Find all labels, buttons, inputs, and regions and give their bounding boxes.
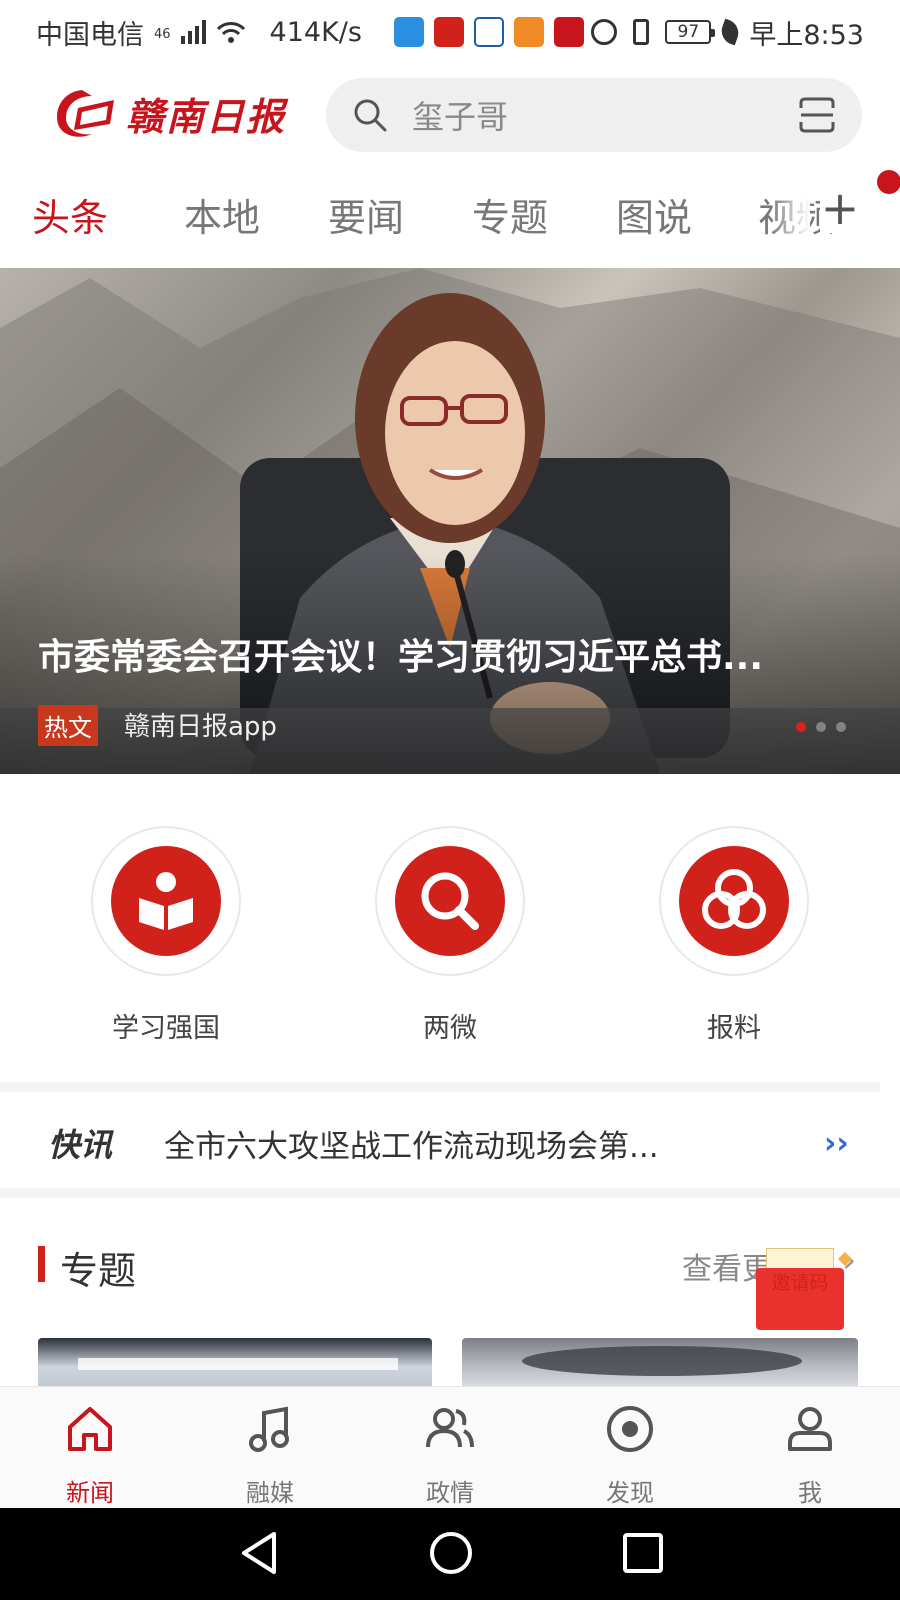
clock: 早上8:53 xyxy=(749,19,864,51)
system-navigation-bar xyxy=(0,1508,900,1600)
headline-banner[interactable]: 市委常委会召开会议！学习贯彻习近平总书... 热文 赣南日报app xyxy=(0,268,900,774)
network-speed: 414K/s xyxy=(269,16,362,48)
quick-action-weibo-wechat[interactable]: 两微 xyxy=(350,826,550,1045)
banner-title[interactable]: 市委常委会召开会议！学习贯彻习近平总书... xyxy=(38,628,838,680)
quick-action-ring xyxy=(375,826,525,976)
nav-label: 新闻 xyxy=(66,1479,114,1507)
back-icon[interactable] xyxy=(236,1530,282,1576)
three-circles-icon xyxy=(679,846,789,956)
vibrate-icon xyxy=(633,19,650,45)
topic-card-image[interactable] xyxy=(38,1338,432,1386)
tab-special-topics[interactable]: 专题 xyxy=(472,187,548,242)
music-note-icon xyxy=(249,1406,289,1452)
nav-me[interactable]: 我 xyxy=(750,1403,870,1508)
tab-major-news[interactable]: 要闻 xyxy=(328,187,404,242)
search-bar[interactable]: 玺子哥 xyxy=(326,78,862,152)
hot-article-badge: 热文 xyxy=(38,705,98,746)
search-placeholder: 玺子哥 xyxy=(412,98,509,136)
person-icon xyxy=(788,1407,832,1451)
quick-actions: 学习强国 两微 报料 xyxy=(0,826,900,1046)
battery-icon: 97 xyxy=(665,20,716,44)
logo-text: 赣南日报 xyxy=(126,93,287,139)
flash-news-bar[interactable]: 快讯 全市六大攻坚战工作流动现场会第... ›› xyxy=(0,1098,900,1188)
signal-icon xyxy=(180,20,206,44)
notification-icons xyxy=(393,17,584,47)
banner-source: 赣南日报app xyxy=(124,712,277,742)
app-notification-icon xyxy=(393,17,424,47)
quick-action-label: 报料 xyxy=(707,1013,761,1044)
leaf-icon xyxy=(718,18,743,46)
app-notification-icon xyxy=(433,17,464,47)
nav-label: 政情 xyxy=(426,1479,474,1507)
quick-action-ring xyxy=(659,826,809,976)
tab-fade xyxy=(770,175,810,255)
nav-label: 发现 xyxy=(606,1479,654,1507)
quick-action-ring xyxy=(91,826,241,976)
nav-discover[interactable]: 发现 xyxy=(570,1403,690,1508)
app-header: 赣南日报 玺子哥 xyxy=(0,64,900,164)
home-icon xyxy=(68,1407,112,1451)
alarm-icon xyxy=(591,19,618,45)
quick-action-label: 两微 xyxy=(423,1013,477,1044)
quick-action-tip-off[interactable]: 报料 xyxy=(634,826,834,1045)
target-icon xyxy=(607,1406,653,1452)
section-divider xyxy=(0,1188,900,1198)
invite-code-label: 邀请码 xyxy=(771,1272,829,1294)
wifi-icon xyxy=(216,22,245,43)
app-notification-icon xyxy=(553,17,584,47)
quick-action-study[interactable]: 学习强国 xyxy=(66,826,266,1045)
carousel-dot xyxy=(836,722,846,732)
section-marker xyxy=(38,1246,45,1282)
nav-media[interactable]: 融媒 xyxy=(210,1403,330,1508)
section-divider xyxy=(0,1082,880,1092)
app-notification-icon xyxy=(473,17,504,47)
search-icon xyxy=(395,846,505,956)
tab-local[interactable]: 本地 xyxy=(184,187,260,242)
app-notification-icon xyxy=(513,17,544,47)
scan-icon[interactable] xyxy=(798,96,836,134)
double-chevron-right-icon[interactable]: ›› xyxy=(824,1126,849,1161)
status-bar: 中国电信 46 414K/s 97 早上8:53 xyxy=(0,0,900,64)
nav-news[interactable]: 新闻 xyxy=(30,1403,150,1508)
carousel-indicator xyxy=(796,722,846,732)
flash-news-label: 快讯 xyxy=(48,1126,113,1164)
battery-level: 97 xyxy=(677,22,700,42)
book-person-icon xyxy=(111,846,221,956)
carousel-dot xyxy=(816,722,826,732)
nav-politics[interactable]: 政情 xyxy=(390,1403,510,1508)
topics-title: 专题 xyxy=(60,1249,137,1293)
quick-action-label: 学习强国 xyxy=(112,1013,220,1044)
bottom-navigation: 新闻 融媒 政情 发现 我 xyxy=(0,1386,900,1508)
people-icon xyxy=(426,1408,474,1448)
topic-card-image[interactable] xyxy=(462,1338,858,1386)
flash-news-text[interactable]: 全市六大攻坚战工作流动现场会第... xyxy=(164,1121,724,1166)
logo-mark-icon xyxy=(57,90,114,137)
recent-apps-icon[interactable] xyxy=(620,1530,666,1576)
home-button-icon[interactable] xyxy=(428,1530,474,1576)
tab-photo-stories[interactable]: 图说 xyxy=(616,187,692,242)
app-logo: 赣南日报 xyxy=(52,84,286,142)
add-channel-icon[interactable]: + xyxy=(820,183,860,233)
status-right: 97 早上8:53 xyxy=(591,13,864,52)
search-icon xyxy=(354,99,387,132)
notification-dot xyxy=(877,170,900,194)
invite-code-button[interactable]: 邀请码 xyxy=(756,1248,853,1330)
tab-headlines[interactable]: 头条 xyxy=(32,187,108,242)
status-left: 中国电信 46 414K/s xyxy=(36,13,584,52)
nav-label: 融媒 xyxy=(246,1479,294,1507)
nav-label: 我 xyxy=(798,1479,822,1507)
carrier-name: 中国电信 xyxy=(36,19,144,51)
carousel-dot-active xyxy=(796,722,806,732)
channel-tabs: 头条 本地 要闻 专题 图说 视频 + xyxy=(0,175,900,255)
network-type: 46 xyxy=(154,26,171,42)
